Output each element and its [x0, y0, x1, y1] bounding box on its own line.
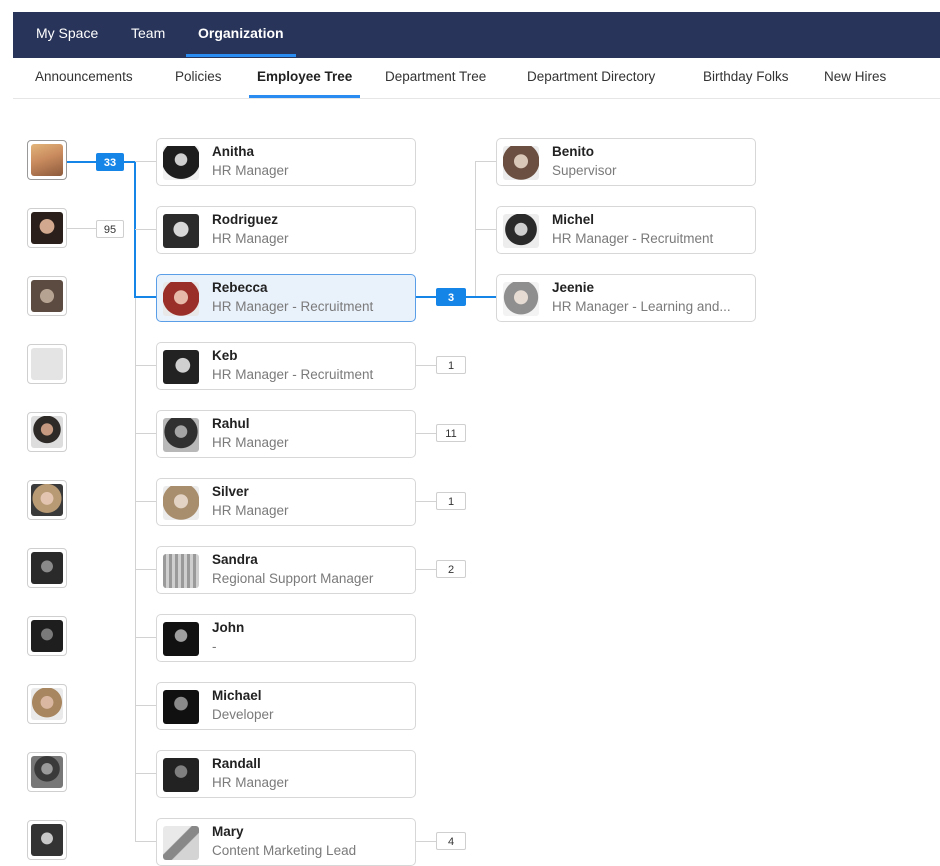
avatar — [163, 486, 199, 520]
avatar[interactable] — [27, 480, 67, 520]
avatar — [163, 622, 199, 656]
tab-new-hires[interactable]: New Hires — [824, 58, 886, 96]
tab-organization[interactable]: Organization — [186, 12, 296, 58]
employee-card[interactable]: Anitha HR Manager — [156, 138, 416, 186]
employee-card[interactable]: Silver HR Manager — [156, 478, 416, 526]
avatar — [163, 690, 199, 724]
employee-role: Developer — [212, 707, 274, 722]
employee-name: Keb — [212, 348, 238, 363]
employee-name: Rebecca — [212, 280, 268, 295]
direct-reports-count[interactable]: 11 — [436, 424, 466, 442]
avatar — [503, 282, 539, 316]
avatar[interactable] — [27, 820, 67, 860]
employee-name: Jeenie — [552, 280, 595, 295]
tab-my-space[interactable]: My Space — [36, 12, 98, 58]
employee-role: Regional Support Manager — [212, 571, 374, 586]
employee-name: Benito — [552, 144, 594, 159]
employee-card[interactable]: Rodriguez HR Manager — [156, 206, 416, 254]
top-navigation-bar: My Space Team Organization — [13, 12, 940, 58]
tab-department-tree[interactable]: Department Tree — [385, 58, 486, 96]
avatar[interactable] — [27, 548, 67, 588]
employee-name: Mary — [212, 824, 244, 839]
avatar — [163, 350, 199, 384]
employee-card-selected[interactable]: Rebecca HR Manager - Recruitment — [156, 274, 416, 322]
employee-name: Michael — [212, 688, 262, 703]
employee-name: Randall — [212, 756, 261, 771]
employee-card[interactable]: Mary Content Marketing Lead — [156, 818, 416, 866]
employee-name: Michel — [552, 212, 595, 227]
employee-role: Content Marketing Lead — [212, 843, 357, 858]
avatar — [163, 146, 199, 180]
avatar — [503, 146, 539, 180]
employee-name: Rodriguez — [212, 212, 278, 227]
direct-reports-count[interactable]: 33 — [96, 153, 124, 171]
tab-department-directory[interactable]: Department Directory — [527, 58, 655, 96]
employee-card[interactable]: Randall HR Manager — [156, 750, 416, 798]
employee-name: Anitha — [212, 144, 254, 159]
direct-reports-count[interactable]: 3 — [436, 288, 466, 306]
avatar — [163, 418, 199, 452]
sub-navigation-bar: Announcements Policies Employee Tree Dep… — [13, 58, 940, 99]
avatar[interactable] — [27, 412, 67, 452]
employee-card[interactable]: John - — [156, 614, 416, 662]
avatar[interactable] — [27, 684, 67, 724]
tab-team[interactable]: Team — [131, 12, 165, 58]
employee-role: HR Manager - Recruitment — [552, 231, 714, 246]
employee-role: HR Manager - Learning and... — [552, 299, 731, 314]
avatar[interactable] — [27, 616, 67, 656]
tab-policies[interactable]: Policies — [175, 58, 222, 96]
employee-name: Rahul — [212, 416, 250, 431]
employee-card[interactable]: Keb HR Manager - Recruitment — [156, 342, 416, 390]
direct-reports-count[interactable]: 1 — [436, 492, 466, 510]
employee-role: - — [212, 639, 217, 654]
avatar[interactable] — [27, 140, 67, 180]
employee-role: Supervisor — [552, 163, 617, 178]
employee-card[interactable]: Michael Developer — [156, 682, 416, 730]
employee-role: HR Manager — [212, 435, 289, 450]
employee-card[interactable]: Sandra Regional Support Manager — [156, 546, 416, 594]
avatar[interactable] — [27, 752, 67, 792]
employee-name: Sandra — [212, 552, 258, 567]
employee-role: HR Manager - Recruitment — [212, 367, 374, 382]
employee-role: HR Manager — [212, 775, 289, 790]
avatar[interactable] — [27, 208, 67, 248]
direct-reports-count[interactable]: 4 — [436, 832, 466, 850]
avatar[interactable] — [27, 344, 67, 384]
avatar — [163, 758, 199, 792]
employee-role: HR Manager — [212, 503, 289, 518]
employee-role: HR Manager - Recruitment — [212, 299, 374, 314]
employee-name: John — [212, 620, 245, 635]
tab-announcements[interactable]: Announcements — [35, 58, 133, 96]
employee-name: Silver — [212, 484, 249, 499]
avatar — [163, 826, 199, 860]
avatar — [503, 214, 539, 248]
employee-role: HR Manager — [212, 163, 289, 178]
tab-birthday-folks[interactable]: Birthday Folks — [703, 58, 789, 96]
avatar — [163, 214, 199, 248]
employee-card[interactable]: Rahul HR Manager — [156, 410, 416, 458]
employee-card[interactable]: Michel HR Manager - Recruitment — [496, 206, 756, 254]
avatar[interactable] — [27, 276, 67, 316]
tab-employee-tree[interactable]: Employee Tree — [248, 58, 361, 98]
employee-role: HR Manager — [212, 231, 289, 246]
avatar — [163, 554, 199, 588]
direct-reports-count[interactable]: 95 — [96, 220, 124, 238]
employee-card[interactable]: Jeenie HR Manager - Learning and... — [496, 274, 756, 322]
direct-reports-count[interactable]: 2 — [436, 560, 466, 578]
avatar — [163, 282, 199, 316]
direct-reports-count[interactable]: 1 — [436, 356, 466, 374]
employee-card[interactable]: Benito Supervisor — [496, 138, 756, 186]
